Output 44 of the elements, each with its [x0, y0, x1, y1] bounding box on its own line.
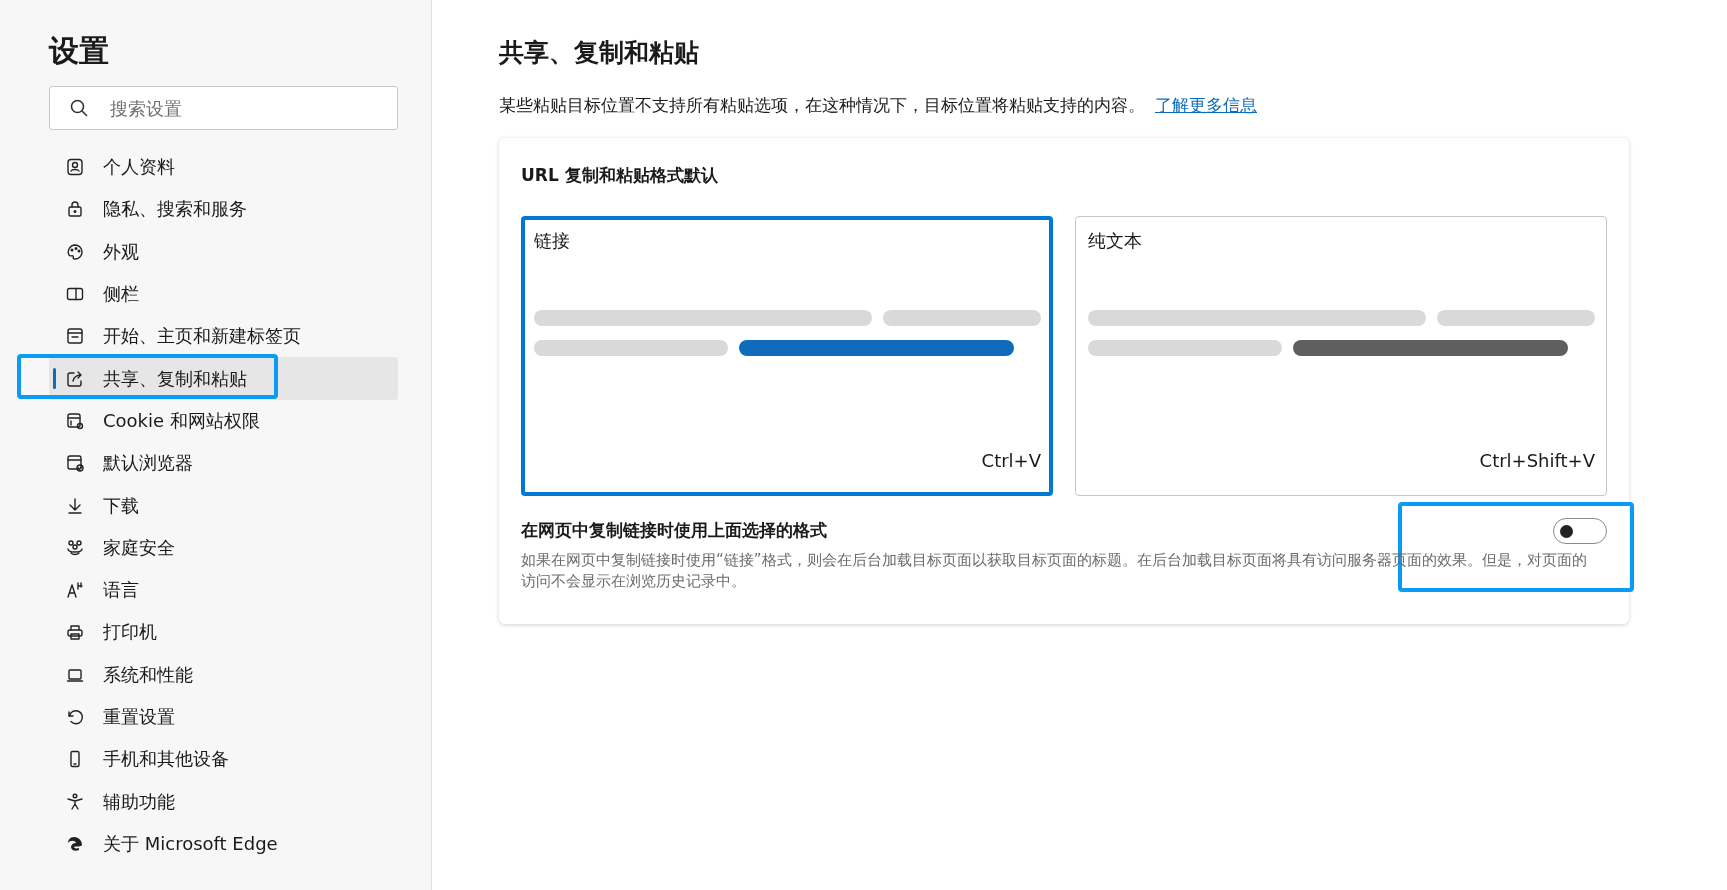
sidebar-item[interactable]: 外观	[49, 230, 398, 273]
sidebar-item-icon	[65, 199, 85, 220]
sidebar-item[interactable]: 开始、主页和新建标签页	[49, 315, 398, 358]
section-heading: URL 复制和粘贴格式默认	[521, 164, 719, 187]
sidebar-item-icon	[65, 791, 85, 812]
sidebar-item[interactable]: 关于 Microsoft Edge	[49, 822, 398, 866]
search-icon	[69, 98, 89, 118]
sidebar-item[interactable]: 打印机	[49, 611, 398, 654]
toggle-switch[interactable]	[1553, 518, 1607, 544]
sidebar-item[interactable]: 语言	[49, 568, 398, 612]
sidebar-item[interactable]: Cookie 和网站权限	[49, 399, 398, 443]
sidebar-item[interactable]: 下载	[49, 484, 398, 527]
page-title: 共享、复制和粘贴	[499, 37, 700, 69]
sidebar-item-icon	[65, 241, 85, 262]
sidebar-item-icon	[65, 580, 85, 601]
option-label: 链接	[534, 229, 570, 253]
sidebar-item-icon	[65, 157, 85, 178]
page-description: 某些粘贴目标位置不支持所有粘贴选项，在这种情况下，目标位置将粘贴支持的内容。 了解更多信息	[499, 94, 1258, 117]
sidebar-item[interactable]: 重置设置	[49, 695, 398, 739]
sidebar-item-icon	[65, 495, 85, 516]
sidebar-item-icon	[65, 622, 85, 643]
option-label: 纯文本	[1088, 229, 1142, 253]
shortcut-label: Ctrl+Shift+V	[1479, 450, 1595, 471]
sidebar-item-icon	[65, 537, 85, 558]
sidebar-item[interactable]: 个人资料	[49, 146, 398, 189]
sidebar-item-icon	[65, 410, 85, 431]
settings-title: 设置	[49, 32, 110, 70]
sidebar-item[interactable]: 共享、复制和粘贴	[49, 357, 398, 400]
sidebar-item[interactable]: 默认浏览器	[49, 442, 398, 485]
sidebar-item-icon	[65, 707, 85, 727]
sidebar-item-icon	[65, 326, 85, 347]
sidebar-item[interactable]: 手机和其他设备	[49, 738, 398, 781]
setting-label: 在网页中复制链接时使用上面选择的格式	[521, 519, 827, 542]
sidebar-item[interactable]: 家庭安全	[49, 526, 398, 569]
sidebar-item[interactable]: 系统和性能	[49, 653, 398, 696]
sidebar-item[interactable]: 辅助功能	[49, 780, 398, 823]
sidebar-item[interactable]: 侧栏	[49, 272, 398, 316]
shortcut-label: Ctrl+V	[981, 450, 1041, 471]
search-field[interactable]: 搜索设置	[49, 86, 398, 130]
sidebar-item-icon	[65, 453, 85, 474]
sidebar-item[interactable]: 隐私、搜索和服务	[49, 188, 398, 231]
format-option-card[interactable]: 纯文本 Ctrl+Shift+V	[1075, 216, 1607, 496]
format-option-card[interactable]: 链接 Ctrl+V	[521, 216, 1053, 496]
learn-more-link[interactable]: 了解更多信息	[1155, 95, 1257, 115]
